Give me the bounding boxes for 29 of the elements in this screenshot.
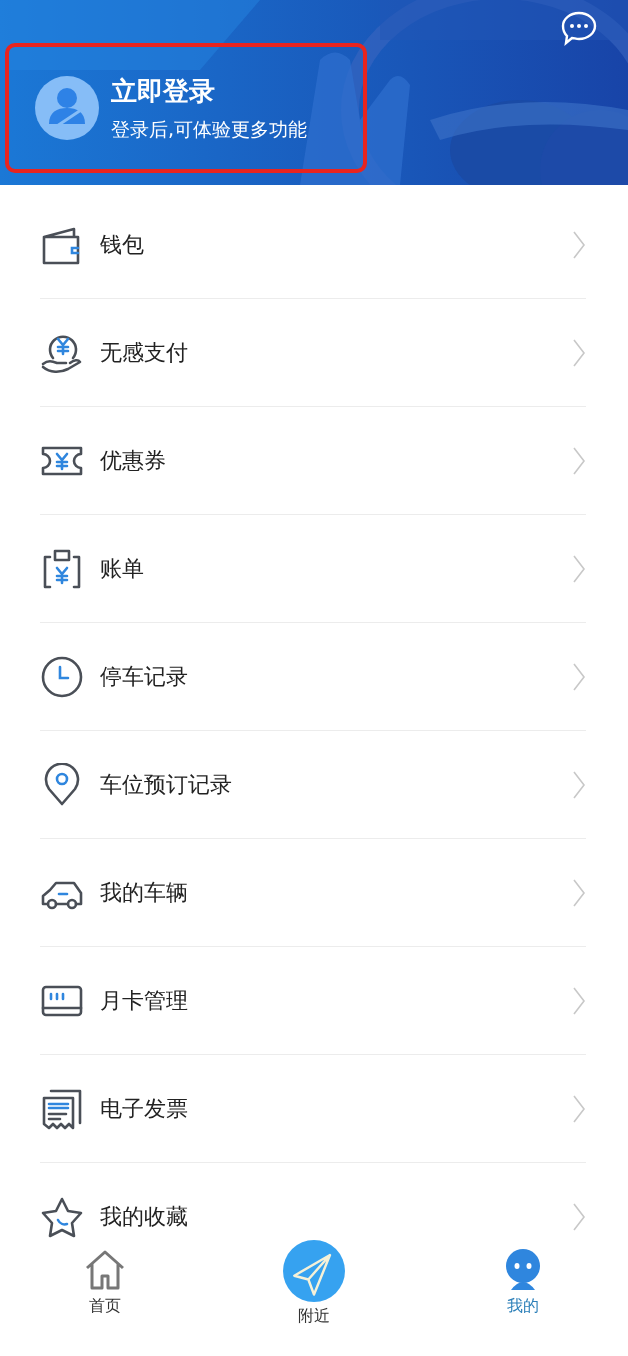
avatar-icon bbox=[35, 76, 99, 140]
tab[interactable]: 附近 bbox=[209, 1240, 419, 1356]
login-title: 立即登录 bbox=[111, 74, 216, 108]
chevron-icon bbox=[572, 661, 586, 692]
menu-item[interactable]: 优惠券 bbox=[40, 407, 586, 515]
tab[interactable]: 首页 bbox=[0, 1240, 210, 1356]
chevron-icon bbox=[572, 985, 586, 1016]
menu-item[interactable]: 月卡管理 bbox=[40, 947, 586, 1055]
chevron-icon bbox=[572, 877, 586, 908]
tab[interactable]: 我的 bbox=[418, 1240, 628, 1356]
paper-plane-icon bbox=[283, 1240, 345, 1302]
menu-item[interactable]: 账单 bbox=[40, 515, 586, 623]
menu-item[interactable]: 钱包 bbox=[40, 191, 586, 299]
chat-icon[interactable] bbox=[560, 10, 598, 46]
chevron-icon bbox=[572, 553, 586, 584]
chevron-icon bbox=[572, 337, 586, 368]
chevron-icon bbox=[572, 229, 586, 260]
menu-item[interactable]: 无感支付 bbox=[40, 299, 586, 407]
chevron-icon bbox=[572, 769, 586, 800]
chevron-icon bbox=[572, 1093, 586, 1124]
menu-item[interactable]: 停车记录 bbox=[40, 623, 586, 731]
login-card[interactable]: 立即登录 登录后,可体验更多功能 bbox=[5, 43, 367, 173]
chevron-icon bbox=[572, 445, 586, 476]
chevron-icon bbox=[572, 1201, 586, 1232]
login-subtitle: 登录后,可体验更多功能 bbox=[111, 116, 308, 142]
menu-item[interactable]: 电子发票 bbox=[40, 1055, 586, 1163]
menu-item[interactable]: 车位预订记录 bbox=[40, 731, 586, 839]
menu-item[interactable]: 我的车辆 bbox=[40, 839, 586, 947]
clock-icon bbox=[40, 654, 84, 699]
